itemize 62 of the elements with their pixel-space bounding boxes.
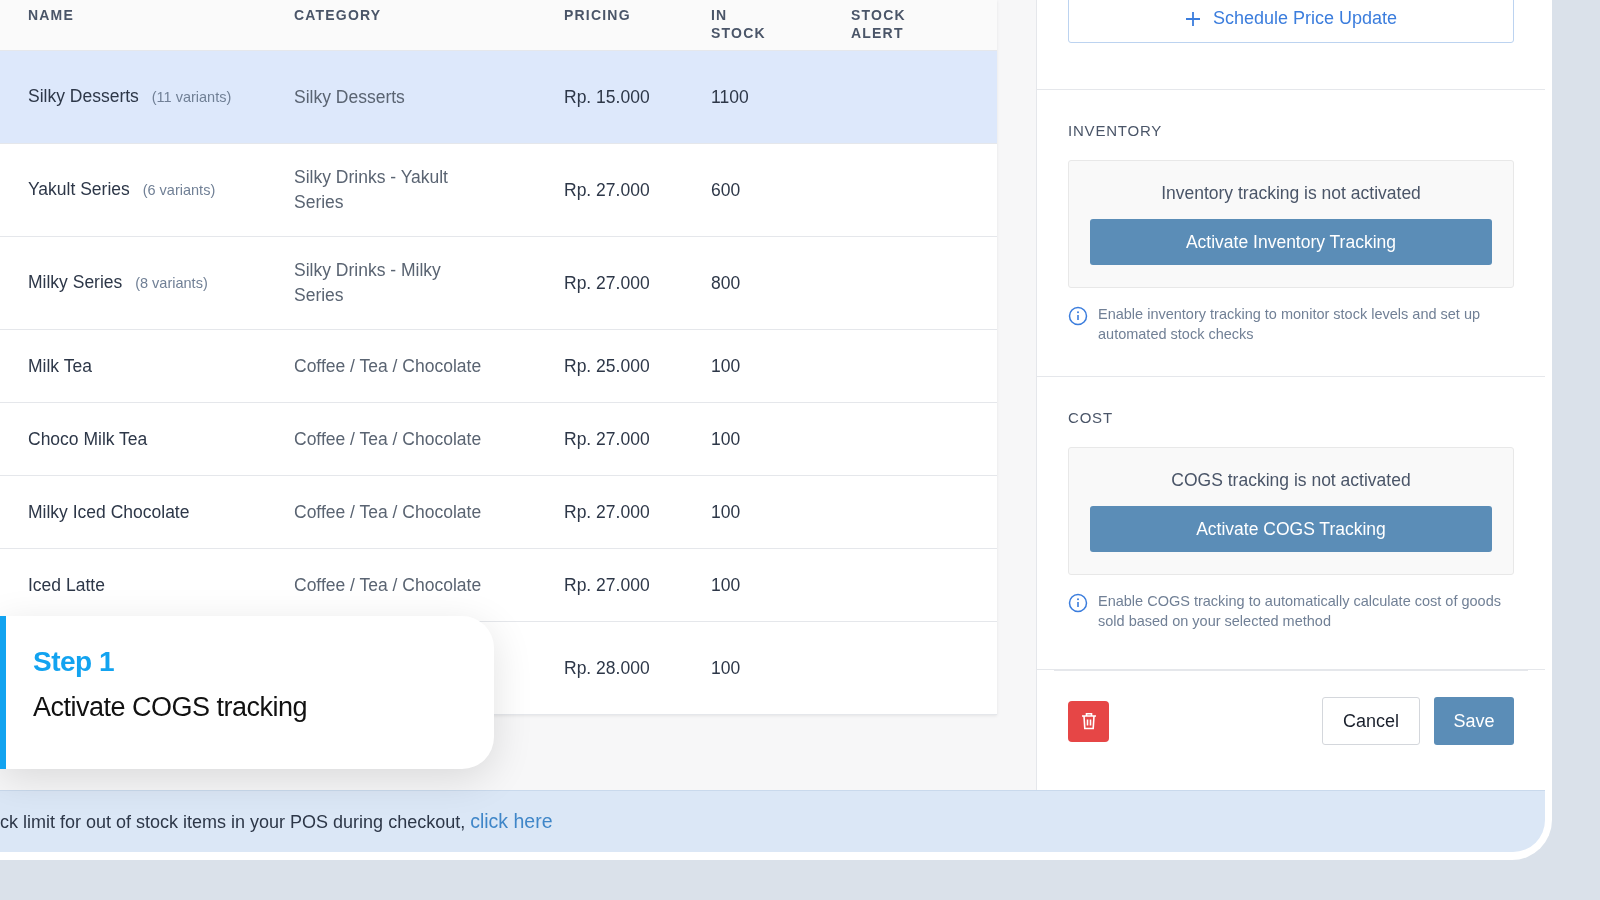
product-name: Yakult Series — [28, 179, 130, 199]
table-cell: 1100 — [711, 86, 749, 107]
table-row[interactable]: Choco Milk Tea Coffee / Tea / Chocolate Rp. 27.000 100 — [0, 403, 997, 476]
table-cell: Coffee / Tea / Chocolate — [294, 574, 482, 595]
table-cell: Coffee / Tea / Chocolate — [294, 355, 482, 376]
section-title: COST — [1068, 409, 1114, 426]
product-name: Iced Latte — [28, 574, 105, 595]
table-row[interactable]: Silky Desserts (11 variants) Silky Desserts Rp. 15.000 1100 — [0, 51, 997, 144]
table-cell: Silky Drinks - Yakult Series — [294, 167, 448, 212]
column-header: IN STOCK — [711, 6, 766, 42]
table-cell: 100 — [711, 574, 741, 595]
column-header: CATEGORY — [294, 6, 382, 24]
table-row[interactable]: Yakult Series (6 variants) Silky Drinks - Yakult Series Rp. 27.000 600 — [0, 144, 997, 237]
step-label: Step 1 — [33, 646, 115, 678]
info-icon — [1068, 593, 1088, 613]
table-cell: Silky Drinks - Milky Series — [294, 260, 441, 305]
variant-count: (8 variants) — [135, 275, 208, 291]
variant-count: (6 variants) — [142, 182, 216, 198]
table-cell: 100 — [711, 657, 741, 678]
table-cell: Silky Desserts — [294, 86, 405, 107]
trash-icon — [1080, 712, 1097, 730]
table-cell: 100 — [711, 501, 741, 522]
product-name: Milky Series — [28, 272, 123, 292]
variant-count: (11 variants) — [151, 89, 232, 105]
activate-button[interactable]: Activate Inventory Tracking — [1090, 219, 1492, 265]
column-header: PRICING — [564, 6, 631, 24]
table-cell: Rp. 15.000 — [564, 86, 650, 107]
info-icon — [1068, 306, 1088, 326]
section-title: INVENTORY — [1068, 122, 1164, 139]
cancel-button[interactable]: Cancel — [1322, 697, 1420, 745]
status-text: Inventory tracking is not activated — [1161, 183, 1421, 204]
column-header: STOCK ALERT — [851, 6, 906, 42]
table-row[interactable]: Milk Tea Coffee / Tea / Chocolate Rp. 25.000 100 — [0, 330, 997, 403]
table-cell: Rp. 27.000 — [564, 179, 650, 200]
table-cell: Coffee / Tea / Chocolate — [294, 501, 482, 522]
schedule-price-update-button[interactable]: Schedule Price Update — [1068, 0, 1514, 43]
table-cell: 800 — [711, 272, 741, 293]
info-text: Enable COGS tracking to automatically calculate cost of goods sold based on your selected method — [1098, 592, 1502, 631]
save-button[interactable]: Save — [1434, 697, 1514, 745]
info-text: Enable inventory tracking to monitor stock levels and set up automated stock checks — [1098, 305, 1482, 344]
plus-icon — [1184, 10, 1201, 27]
status-text: COGS tracking is not activated — [1171, 470, 1411, 491]
product-name: Milk Tea — [28, 355, 92, 376]
table-cell: Coffee / Tea / Chocolate — [294, 428, 482, 449]
table-cell: Rp. 27.000 — [564, 428, 650, 449]
table-cell: Rp. 27.000 — [564, 501, 650, 522]
banner-text: ck limit for out of stock items in your POS during checkout, click here — [0, 810, 553, 834]
table-cell: 100 — [711, 355, 741, 376]
table-cell: Rp. 27.000 — [564, 272, 650, 293]
table-row[interactable]: Milky Series (8 variants) Silky Drinks - Milky Series Rp. 27.000 800 — [0, 237, 997, 330]
table-cell: Rp. 25.000 — [564, 355, 650, 376]
product-name: Choco Milk Tea — [28, 428, 148, 449]
delete-button[interactable] — [1068, 700, 1109, 742]
product-name: Milky Iced Chocolate — [28, 501, 190, 522]
activate-button[interactable]: Activate COGS Tracking — [1090, 506, 1492, 552]
product-name: Silky Desserts — [28, 86, 139, 106]
table-cell: 100 — [711, 428, 741, 449]
table-cell: 600 — [711, 179, 741, 200]
table-cell: Rp. 27.000 — [564, 574, 650, 595]
column-header: NAME — [28, 6, 75, 24]
table-row[interactable]: Milky Iced Chocolate Coffee / Tea / Chocolate Rp. 27.000 100 — [0, 476, 997, 549]
table-cell: Rp. 28.000 — [564, 657, 650, 678]
